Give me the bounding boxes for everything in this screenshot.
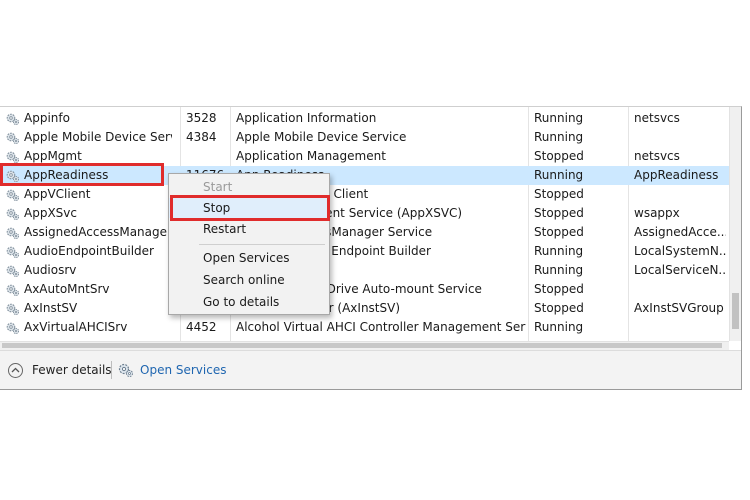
service-pid — [186, 147, 226, 166]
service-pid: 4384 — [186, 130, 217, 144]
service-group: netsvcs — [634, 111, 680, 125]
table-row[interactable]: AudioEndpointBuilder Windows Audio Endpoi… — [0, 242, 729, 261]
service-status: Stopped — [534, 225, 584, 239]
footer-divider — [111, 361, 112, 379]
service-group: AppReadiness — [634, 168, 719, 182]
service-group: netsvcs — [634, 149, 680, 163]
menu-separator — [199, 244, 325, 245]
service-group — [634, 280, 726, 299]
service-group — [634, 318, 726, 337]
service-name: AppVClient — [24, 187, 91, 201]
footer-bar: Fewer details Open Services — [0, 350, 741, 389]
service-name: AppMgmt — [24, 149, 82, 163]
menu-item-restart[interactable]: Restart — [169, 219, 329, 239]
open-services-label: Open Services — [140, 363, 227, 377]
service-status: Stopped — [534, 282, 584, 296]
service-group — [634, 185, 726, 204]
fewer-details-button[interactable]: Fewer details — [8, 360, 112, 380]
horizontal-scrollbar[interactable] — [0, 341, 729, 350]
menu-item-search-online[interactable]: Search online — [169, 270, 329, 290]
service-status: Stopped — [534, 187, 584, 201]
table-row[interactable]: AppXSvc AppX Deployment Service (AppXSVC)… — [0, 204, 729, 223]
service-name: AxAutoMntSrv — [24, 282, 110, 296]
service-name: Appinfo — [24, 111, 70, 125]
service-status: Running — [534, 244, 584, 258]
service-name: AppReadiness — [24, 168, 109, 182]
service-name: Audiosrv — [24, 263, 77, 277]
service-description: Application Information — [236, 111, 377, 125]
service-group: AxInstSVGroup — [634, 301, 724, 315]
gears-icon — [118, 363, 133, 377]
service-name: AudioEndpointBuilder — [24, 244, 154, 258]
service-name: Apple Mobile Device Service — [24, 130, 172, 144]
table-row[interactable]: AxInstSVActiveX Installer (AxInstSV)Stop… — [0, 299, 729, 318]
table-row[interactable]: AppMgmt Application Management Stopped nets… — [0, 147, 729, 166]
table-row[interactable]: Apple Mobile Device Service 4384 Apple Mob… — [0, 128, 729, 147]
menu-item-start[interactable]: Start — [169, 177, 329, 197]
service-status: Running — [534, 168, 584, 182]
service-group — [634, 128, 726, 147]
context-menu: Start Stop Restart Open Services Search … — [168, 173, 330, 315]
table-row[interactable]: AxAutoMntSrv Alcohol Virtual Drive Auto-m… — [0, 280, 729, 299]
service-status: Stopped — [534, 301, 584, 315]
scrollbar-thumb[interactable] — [2, 343, 722, 348]
service-group: AssignedAcce... — [634, 225, 726, 239]
scrollbar-thumb[interactable] — [732, 293, 739, 329]
service-description: Application Management — [236, 149, 386, 163]
menu-item-stop[interactable]: Stop — [169, 198, 329, 218]
service-name: AppXSvc — [24, 206, 77, 220]
service-status: Running — [534, 130, 584, 144]
service-name: AssignedAccessManagerSvc — [24, 225, 172, 239]
service-group: LocalSystemN... — [634, 244, 726, 258]
vertical-scrollbar[interactable] — [729, 107, 741, 341]
table-row[interactable]: AudiosrvWindows AudioRunningLocalService… — [0, 261, 729, 280]
table-row[interactable]: AppVClientMicrosoft App-V ClientStopped — [0, 185, 729, 204]
service-name: AxInstSV — [24, 301, 78, 315]
service-description: Apple Mobile Device Service — [236, 130, 407, 144]
service-description: Alcohol Virtual AHCI Controller Manageme… — [236, 320, 526, 334]
table-row[interactable]: AssignedAccessManagerSvcAssignedAccessMa… — [0, 223, 729, 242]
service-status: Running — [534, 320, 584, 334]
service-name: AxVirtualAHCISrv — [24, 320, 128, 334]
chevron-up-circle-icon — [8, 362, 23, 378]
service-group: LocalServiceN... — [634, 263, 726, 277]
service-status: Stopped — [534, 206, 584, 220]
menu-item-open-services[interactable]: Open Services — [169, 248, 329, 268]
service-pid: 4452 — [186, 320, 217, 334]
service-status: Running — [534, 111, 584, 125]
open-services-link[interactable]: Open Services — [118, 360, 226, 380]
service-status: Stopped — [534, 149, 584, 163]
fewer-details-label: Fewer details — [32, 363, 112, 377]
services-list: Appinfo 3528 Application Information Runnin… — [0, 107, 729, 341]
menu-item-go-to-details[interactable]: Go to details — [169, 292, 329, 312]
table-row[interactable]: AxVirtualAHCISrv 4452 Alcohol Virtual AHCI… — [0, 318, 729, 337]
service-status: Running — [534, 263, 584, 277]
services-panel: Appinfo 3528 Application Information Runnin… — [0, 106, 742, 390]
table-row[interactable]: Appinfo 3528 Application Information Runnin… — [0, 109, 729, 128]
service-group: wsappx — [634, 206, 680, 220]
service-pid: 3528 — [186, 111, 217, 125]
table-row[interactable]: AppReadiness11676App ReadinessRunningApp… — [0, 166, 729, 185]
